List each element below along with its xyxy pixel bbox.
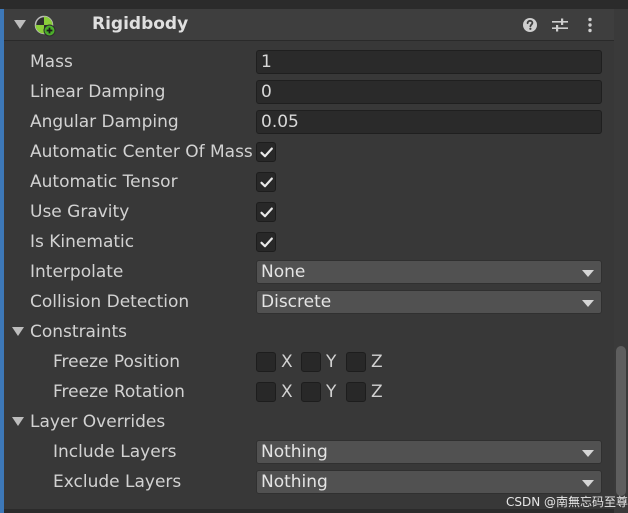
interpolate-label: Interpolate: [30, 262, 124, 282]
sliders-icon: [552, 18, 568, 32]
chevron-down-icon: [582, 450, 594, 457]
chevron-down-icon: [582, 300, 594, 307]
kebab-menu-icon: [588, 17, 592, 33]
freeze-position-x-label: X: [281, 352, 293, 372]
freeze-position-y-checkbox[interactable]: [301, 352, 321, 372]
include-layers-label: Include Layers: [53, 442, 177, 462]
freeze-rotation-z-label: Z: [371, 382, 383, 402]
scrollbar-thumb[interactable]: [616, 346, 626, 496]
freeze-rotation-y-checkbox[interactable]: [301, 382, 321, 402]
freeze-rotation-label: Freeze Rotation: [53, 382, 185, 402]
include-layers-dropdown[interactable]: Nothing: [256, 440, 602, 464]
triangle-down-icon[interactable]: [14, 20, 26, 29]
component-header[interactable]: Rigidbody: [4, 9, 614, 41]
question-icon: [523, 18, 537, 32]
freeze-position-label: Freeze Position: [53, 352, 181, 372]
collision-detection-label: Collision Detection: [30, 292, 190, 312]
watermark: CSDN @南無忘码至尊: [506, 495, 628, 509]
presets-button[interactable]: [550, 14, 570, 36]
auto-center-of-mass-label: Automatic Center Of Mass: [30, 142, 253, 162]
angular-damping-input[interactable]: 0.05: [256, 110, 602, 134]
angular-damping-label: Angular Damping: [30, 112, 179, 132]
auto-tensor-checkbox[interactable]: [256, 172, 276, 192]
freeze-position-z-label: Z: [371, 352, 383, 372]
checkmark-icon: [260, 147, 273, 158]
auto-center-of-mass-checkbox[interactable]: [256, 142, 276, 162]
layer-overrides-label[interactable]: Layer Overrides: [30, 411, 165, 433]
top-strip: [0, 0, 628, 9]
freeze-rotation-z-checkbox[interactable]: [346, 382, 366, 402]
component-title: Rigidbody: [92, 14, 189, 34]
collision-detection-dropdown[interactable]: Discrete: [256, 290, 602, 314]
constraints-label[interactable]: Constraints: [30, 321, 127, 343]
is-kinematic-checkbox[interactable]: [256, 232, 276, 252]
selection-accent-bar: [0, 9, 4, 513]
collision-detection-value: Discrete: [261, 292, 332, 312]
constraints-foldout-icon[interactable]: [12, 327, 24, 336]
interpolate-value: None: [261, 262, 306, 282]
use-gravity-checkbox[interactable]: [256, 202, 276, 222]
exclude-layers-value: Nothing: [261, 472, 328, 492]
freeze-position-x-checkbox[interactable]: [256, 352, 276, 372]
include-layers-value: Nothing: [261, 442, 328, 462]
rigidbody-icon: [34, 15, 56, 37]
is-kinematic-label: Is Kinematic: [30, 232, 135, 252]
checkmark-icon: [260, 237, 273, 248]
exclude-layers-dropdown[interactable]: Nothing: [256, 470, 602, 494]
checkmark-icon: [260, 177, 273, 188]
freeze-position-y-label: Y: [326, 352, 337, 372]
mass-label: Mass: [30, 52, 73, 72]
help-button[interactable]: [520, 14, 540, 36]
mass-input[interactable]: 1: [256, 50, 602, 74]
freeze-rotation-x-label: X: [281, 382, 293, 402]
chevron-down-icon: [582, 270, 594, 277]
context-menu-button[interactable]: [580, 14, 600, 36]
layer-overrides-foldout-icon[interactable]: [12, 417, 24, 426]
freeze-position-z-checkbox[interactable]: [346, 352, 366, 372]
linear-damping-input[interactable]: 0: [256, 80, 602, 104]
interpolate-dropdown[interactable]: None: [256, 260, 602, 284]
exclude-layers-label: Exclude Layers: [53, 472, 182, 492]
freeze-rotation-x-checkbox[interactable]: [256, 382, 276, 402]
auto-tensor-label: Automatic Tensor: [30, 172, 178, 192]
linear-damping-label: Linear Damping: [30, 82, 166, 102]
freeze-rotation-y-label: Y: [326, 382, 337, 402]
chevron-down-icon: [582, 480, 594, 487]
use-gravity-label: Use Gravity: [30, 202, 130, 222]
checkmark-icon: [260, 207, 273, 218]
